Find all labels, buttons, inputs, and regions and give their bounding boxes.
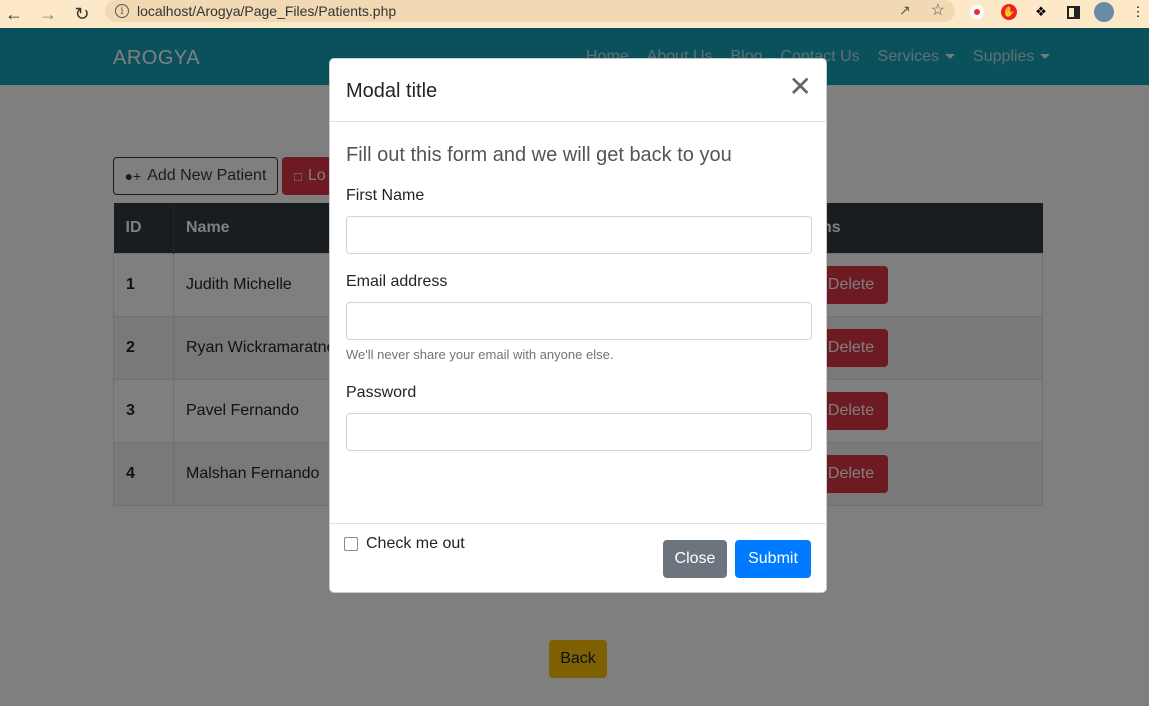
sidepanel-icon[interactable] [1063, 2, 1083, 22]
email-help: We'll never share your email with anyone… [346, 347, 614, 362]
menu-dots-icon[interactable]: ⋮ [1128, 2, 1148, 22]
url-text: localhost/Arogya/Page_Files/Patients.php [137, 3, 397, 19]
password-field[interactable] [346, 413, 812, 451]
modal-lead: Fill out this form and we will get back … [346, 144, 732, 166]
close-icon[interactable]: ✕ [789, 73, 812, 101]
first-name-field[interactable] [346, 216, 812, 254]
reload-icon[interactable]: ↻ [68, 0, 96, 28]
browser-toolbar: ← → ↻ i localhost/Arogya/Page_Files/Pati… [0, 0, 1149, 28]
forward-arrow-icon[interactable]: → [34, 0, 62, 28]
share-icon[interactable]: ↗ [899, 2, 915, 18]
modal-header: Modal title ✕ [330, 59, 826, 122]
submit-button[interactable]: Submit [735, 540, 811, 578]
modal-dialog: Modal title ✕ Fill out this form and we … [329, 58, 827, 593]
email-label: Email address [346, 273, 448, 290]
address-bar[interactable]: i localhost/Arogya/Page_Files/Patients.p… [105, 0, 955, 22]
avatar[interactable] [1094, 2, 1114, 22]
bookmark-star-icon[interactable]: ☆ [931, 0, 945, 20]
close-button[interactable]: Close [663, 540, 727, 578]
back-arrow-icon[interactable]: ← [0, 0, 28, 28]
modal-footer: Close Submit [330, 523, 826, 593]
password-label: Password [346, 384, 417, 401]
puzzle-icon[interactable]: ❖ [1031, 2, 1051, 22]
record-icon[interactable] [967, 2, 987, 22]
first-name-label: First Name [346, 187, 425, 204]
email-field[interactable] [346, 302, 812, 340]
info-icon[interactable]: i [115, 4, 129, 18]
modal-title: Modal title [346, 80, 438, 102]
extension-red-icon[interactable]: ✋ [999, 2, 1019, 22]
